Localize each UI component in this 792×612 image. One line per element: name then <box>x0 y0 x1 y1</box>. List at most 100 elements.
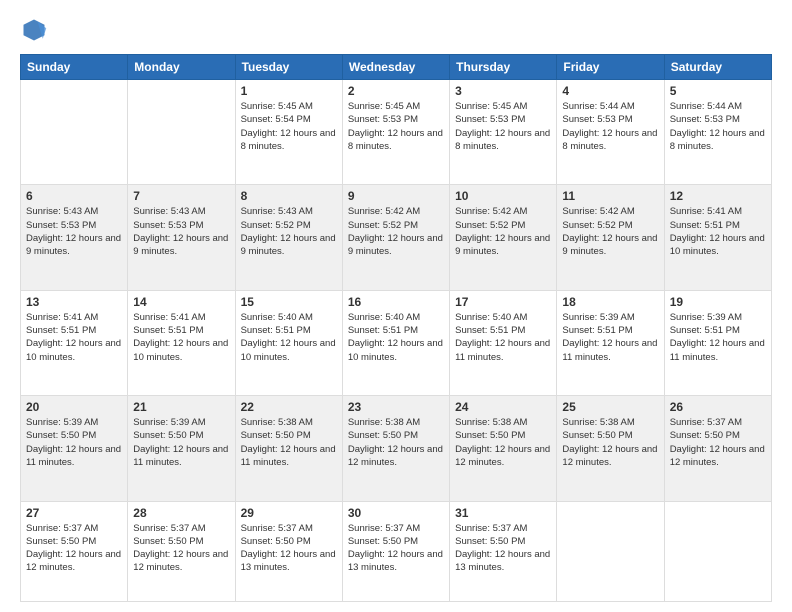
day-number: 11 <box>562 189 658 203</box>
day-number: 19 <box>670 295 766 309</box>
calendar-cell <box>664 501 771 602</box>
calendar-week-row: 6 Sunrise: 5:43 AMSunset: 5:53 PMDaylight… <box>21 185 772 290</box>
calendar-cell: 14 Sunrise: 5:41 AMSunset: 5:51 PMDayligh… <box>128 290 235 395</box>
day-number: 18 <box>562 295 658 309</box>
day-number: 31 <box>455 506 551 520</box>
cell-content: Sunrise: 5:41 AMSunset: 5:51 PMDaylight:… <box>670 205 766 258</box>
calendar-cell: 31 Sunrise: 5:37 AMSunset: 5:50 PMDayligh… <box>450 501 557 602</box>
cell-content: Sunrise: 5:37 AMSunset: 5:50 PMDaylight:… <box>348 522 444 575</box>
calendar-cell: 22 Sunrise: 5:38 AMSunset: 5:50 PMDayligh… <box>235 396 342 501</box>
header <box>20 16 772 44</box>
weekday-header-monday: Monday <box>128 55 235 80</box>
calendar-week-row: 27 Sunrise: 5:37 AMSunset: 5:50 PMDayligh… <box>21 501 772 602</box>
cell-content: Sunrise: 5:40 AMSunset: 5:51 PMDaylight:… <box>455 311 551 364</box>
calendar-cell: 30 Sunrise: 5:37 AMSunset: 5:50 PMDayligh… <box>342 501 449 602</box>
cell-content: Sunrise: 5:45 AMSunset: 5:53 PMDaylight:… <box>348 100 444 153</box>
day-number: 12 <box>670 189 766 203</box>
calendar-cell: 19 Sunrise: 5:39 AMSunset: 5:51 PMDayligh… <box>664 290 771 395</box>
calendar-cell: 3 Sunrise: 5:45 AMSunset: 5:53 PMDaylight… <box>450 80 557 185</box>
day-number: 2 <box>348 84 444 98</box>
cell-content: Sunrise: 5:45 AMSunset: 5:54 PMDaylight:… <box>241 100 337 153</box>
calendar-cell <box>128 80 235 185</box>
day-number: 15 <box>241 295 337 309</box>
calendar-cell: 16 Sunrise: 5:40 AMSunset: 5:51 PMDayligh… <box>342 290 449 395</box>
cell-content: Sunrise: 5:43 AMSunset: 5:52 PMDaylight:… <box>241 205 337 258</box>
cell-content: Sunrise: 5:41 AMSunset: 5:51 PMDaylight:… <box>26 311 122 364</box>
cell-content: Sunrise: 5:38 AMSunset: 5:50 PMDaylight:… <box>241 416 337 469</box>
day-number: 6 <box>26 189 122 203</box>
calendar-cell: 9 Sunrise: 5:42 AMSunset: 5:52 PMDaylight… <box>342 185 449 290</box>
day-number: 13 <box>26 295 122 309</box>
calendar-week-row: 20Sunrise: 5:39 AMSunset: 5:50 PMDayligh… <box>21 396 772 501</box>
cell-content: Sunrise: 5:43 AMSunset: 5:53 PMDaylight:… <box>26 205 122 258</box>
calendar-cell: 27 Sunrise: 5:37 AMSunset: 5:50 PMDayligh… <box>21 501 128 602</box>
calendar-cell: 12 Sunrise: 5:41 AMSunset: 5:51 PMDayligh… <box>664 185 771 290</box>
calendar-week-row: 13 Sunrise: 5:41 AMSunset: 5:51 PMDayligh… <box>21 290 772 395</box>
cell-content: Sunrise: 5:44 AMSunset: 5:53 PMDaylight:… <box>562 100 658 153</box>
day-number: 29 <box>241 506 337 520</box>
calendar-cell: 6 Sunrise: 5:43 AMSunset: 5:53 PMDaylight… <box>21 185 128 290</box>
cell-content: Sunrise: 5:43 AMSunset: 5:53 PMDaylight:… <box>133 205 229 258</box>
calendar-cell: 25 Sunrise: 5:38 AMSunset: 5:50 PMDayligh… <box>557 396 664 501</box>
cell-content: Sunrise: 5:37 AMSunset: 5:50 PMDaylight:… <box>455 522 551 575</box>
day-number: 26 <box>670 400 766 414</box>
weekday-header-sunday: Sunday <box>21 55 128 80</box>
day-number: 28 <box>133 506 229 520</box>
cell-content: Sunrise: 5:37 AMSunset: 5:50 PMDaylight:… <box>241 522 337 575</box>
cell-content: Sunrise: 5:39 AMSunset: 5:50 PMDaylight:… <box>133 416 229 469</box>
cell-content: Sunrise: 5:39 AMSunset: 5:51 PMDaylight:… <box>670 311 766 364</box>
logo <box>20 16 52 44</box>
cell-content: Sunrise: 5:41 AMSunset: 5:51 PMDaylight:… <box>133 311 229 364</box>
day-number: 7 <box>133 189 229 203</box>
day-number: 1 <box>241 84 337 98</box>
calendar-cell: 1 Sunrise: 5:45 AMSunset: 5:54 PMDaylight… <box>235 80 342 185</box>
day-number: 30 <box>348 506 444 520</box>
day-number: 4 <box>562 84 658 98</box>
calendar-cell: 23Sunrise: 5:38 AMSunset: 5:50 PMDayligh… <box>342 396 449 501</box>
cell-content: Sunrise: 5:38 AMSunset: 5:50 PMDaylight:… <box>562 416 658 469</box>
cell-content: Sunrise: 5:42 AMSunset: 5:52 PMDaylight:… <box>562 205 658 258</box>
calendar-cell: 24 Sunrise: 5:38 AMSunset: 5:50 PMDayligh… <box>450 396 557 501</box>
cell-content: Sunrise: 5:37 AMSunset: 5:50 PMDaylight:… <box>670 416 766 469</box>
day-number: 27 <box>26 506 122 520</box>
cell-content: Sunrise: 5:45 AMSunset: 5:53 PMDaylight:… <box>455 100 551 153</box>
weekday-header-saturday: Saturday <box>664 55 771 80</box>
cell-content: Sunrise: 5:38 AMSunset: 5:50 PMDaylight:… <box>455 416 551 469</box>
calendar-cell: 21 Sunrise: 5:39 AMSunset: 5:50 PMDayligh… <box>128 396 235 501</box>
day-number: 8 <box>241 189 337 203</box>
logo-icon <box>20 16 48 44</box>
cell-content: Sunrise: 5:44 AMSunset: 5:53 PMDaylight:… <box>670 100 766 153</box>
day-number: 17 <box>455 295 551 309</box>
day-number: 10 <box>455 189 551 203</box>
day-number: 22 <box>241 400 337 414</box>
cell-content: Sunrise: 5:37 AMSunset: 5:50 PMDaylight:… <box>133 522 229 575</box>
weekday-header-tuesday: Tuesday <box>235 55 342 80</box>
cell-content: Sunrise: 5:37 AMSunset: 5:50 PMDaylight:… <box>26 522 122 575</box>
calendar-cell: 2 Sunrise: 5:45 AMSunset: 5:53 PMDaylight… <box>342 80 449 185</box>
cell-content: Sunrise: 5:42 AMSunset: 5:52 PMDaylight:… <box>348 205 444 258</box>
day-number: 21 <box>133 400 229 414</box>
page: SundayMondayTuesdayWednesdayThursdayFrid… <box>0 0 792 612</box>
day-number: 25 <box>562 400 658 414</box>
day-number: 3 <box>455 84 551 98</box>
calendar-cell: 20Sunrise: 5:39 AMSunset: 5:50 PMDayligh… <box>21 396 128 501</box>
calendar-cell: 18Sunrise: 5:39 AMSunset: 5:51 PMDayligh… <box>557 290 664 395</box>
day-number: 24 <box>455 400 551 414</box>
calendar-cell: 28 Sunrise: 5:37 AMSunset: 5:50 PMDayligh… <box>128 501 235 602</box>
weekday-header-row: SundayMondayTuesdayWednesdayThursdayFrid… <box>21 55 772 80</box>
calendar-cell: 26 Sunrise: 5:37 AMSunset: 5:50 PMDayligh… <box>664 396 771 501</box>
calendar-cell: 15 Sunrise: 5:40 AMSunset: 5:51 PMDayligh… <box>235 290 342 395</box>
cell-content: Sunrise: 5:39 AMSunset: 5:50 PMDaylight:… <box>26 416 122 469</box>
weekday-header-wednesday: Wednesday <box>342 55 449 80</box>
day-number: 9 <box>348 189 444 203</box>
calendar-cell <box>557 501 664 602</box>
cell-content: Sunrise: 5:42 AMSunset: 5:52 PMDaylight:… <box>455 205 551 258</box>
calendar-cell: 13 Sunrise: 5:41 AMSunset: 5:51 PMDayligh… <box>21 290 128 395</box>
day-number: 14 <box>133 295 229 309</box>
calendar-cell: 4 Sunrise: 5:44 AMSunset: 5:53 PMDaylight… <box>557 80 664 185</box>
calendar-cell <box>21 80 128 185</box>
day-number: 16 <box>348 295 444 309</box>
calendar-cell: 5Sunrise: 5:44 AMSunset: 5:53 PMDaylight… <box>664 80 771 185</box>
cell-content: Sunrise: 5:40 AMSunset: 5:51 PMDaylight:… <box>241 311 337 364</box>
cell-content: Sunrise: 5:40 AMSunset: 5:51 PMDaylight:… <box>348 311 444 364</box>
